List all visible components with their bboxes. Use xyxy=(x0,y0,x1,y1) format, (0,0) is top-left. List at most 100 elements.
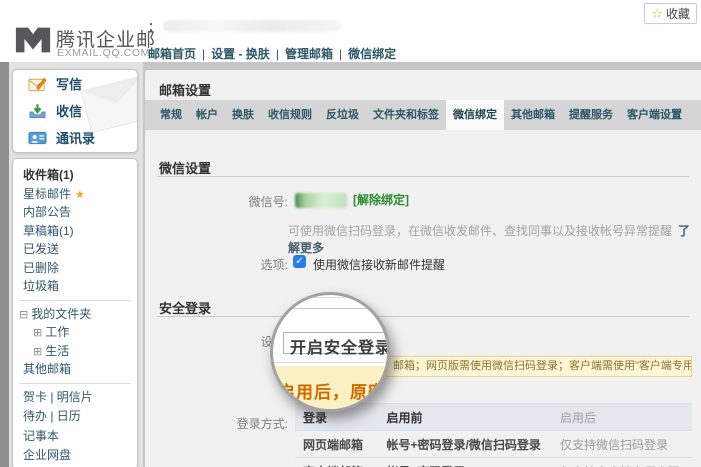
breadcrumb-link[interactable]: 微信绑定 xyxy=(348,45,396,62)
settings-tab[interactable]: 帐户 xyxy=(189,100,225,130)
tool-label: 待办 | 日历 xyxy=(23,409,81,423)
settings-tab[interactable]: 提醒服务 xyxy=(562,100,620,130)
sidebar-item-other-mailbox[interactable]: 其他邮箱 xyxy=(13,360,137,379)
sidebar-divider xyxy=(19,383,131,384)
contacts-label: 通讯录 xyxy=(56,128,95,147)
table-header-cell: 启用前 xyxy=(378,404,552,431)
account-email-redacted xyxy=(163,20,341,32)
security-section-heading: 安全登录 xyxy=(159,298,211,317)
sidebar-folder-item[interactable]: 草稿箱(1) xyxy=(13,222,137,241)
settings-tab[interactable]: 常规 xyxy=(153,100,189,130)
settings-tab[interactable]: 反垃圾 xyxy=(319,100,366,130)
setting-label: 设置: xyxy=(145,333,288,350)
wechat-desc: 可使用微信扫码登录，在微信收发邮件、查找同事以及接收帐号异常提醒了解更多 xyxy=(288,222,701,256)
contacts-card-icon xyxy=(28,130,47,146)
sidebar-item-contacts[interactable]: 通讯录 xyxy=(13,124,137,151)
folder-list: 收件箱(1) 星标邮件 ★ 内部公告 草稿箱(1) 已发送 已删除 垃圾箱 xyxy=(13,166,137,296)
folder-label: 内部公告 xyxy=(23,205,71,219)
body-frame: 写信 收信 通讯录 xyxy=(0,62,701,467)
wechat-id-redacted xyxy=(295,193,347,208)
account-line: ： xyxy=(148,18,341,34)
compose-pencil-icon xyxy=(28,76,47,92)
subfolder-label: 生活 xyxy=(45,344,69,358)
sidebar-divider xyxy=(19,300,131,301)
login-methods-table: 登录启用前启用后 网页端邮箱 帐号+密码登录/微信扫码登录 仅支持微信扫码登录 … xyxy=(295,403,692,467)
sidebar-tool-item[interactable]: 记事本 xyxy=(13,427,137,447)
expand-icon[interactable]: ⊞ xyxy=(33,343,42,362)
login-type-cell: 网页端邮箱 xyxy=(295,431,378,458)
sidebar-folder-item[interactable]: 星标邮件 ★ xyxy=(13,185,137,204)
star-outline-icon: ☆ xyxy=(651,6,663,22)
after-enable-cell: 仅支持微信扫码登录 xyxy=(552,431,692,458)
sidebar-compose-box: 写信 收信 通讯录 xyxy=(12,69,138,153)
compose-label: 写信 xyxy=(56,74,82,93)
logo-domain: EXMAIL.QQ.COM xyxy=(57,47,150,59)
new-mail-notify-label[interactable]: 使用微信接收新邮件提醒 xyxy=(313,256,445,273)
folder-label: 已发送 xyxy=(23,242,59,256)
page-header: 腾讯企业邮 EXMAIL.QQ.COM ： 邮箱首页设置 - 换肤管理邮箱微信绑… xyxy=(0,0,701,62)
sidebar-tool-item[interactable]: 贺卡 | 明信片 xyxy=(13,388,137,408)
account-colon: ： xyxy=(148,18,160,35)
wechat-section-heading: 微信设置 xyxy=(159,158,211,177)
exmail-logo-icon xyxy=(14,21,52,59)
sidebar-folder-item[interactable]: 收件箱(1) xyxy=(13,166,137,185)
sidebar-tool-item[interactable]: 待办 | 日历 xyxy=(13,407,137,427)
before-enable-cell: 帐号+密码登录 xyxy=(378,458,552,467)
table-body: 网页端邮箱 帐号+密码登录/微信扫码登录 仅支持微信扫码登录 客户端邮箱 帐号+… xyxy=(295,431,692,467)
favorite-label: 收藏 xyxy=(666,5,690,22)
section-divider xyxy=(157,176,689,177)
other-mailbox-label: 其他邮箱 xyxy=(23,362,71,376)
breadcrumb: 邮箱首页设置 - 换肤管理邮箱微信绑定 xyxy=(148,45,396,62)
breadcrumb-link[interactable]: 管理邮箱 xyxy=(285,45,348,62)
sidebar-folder-item[interactable]: 垃圾箱 xyxy=(13,277,137,296)
sidebar-folder-item[interactable]: 已删除 xyxy=(13,259,137,278)
security-notice-text: 邮箱；网页版需使用微信扫码登录；客户端需使用"客户端专用密码"登录 xyxy=(393,360,692,372)
sidebar-tool-item[interactable]: 企业网盘 xyxy=(13,446,137,466)
folder-label: 星标邮件 xyxy=(23,187,71,201)
wechat-desc-text: 可使用微信扫码登录，在微信收发邮件、查找同事以及接收帐号异常提醒 xyxy=(288,224,672,238)
magnifier-zoom-circle: 开启安全登录 启用后，原密码 xyxy=(270,292,390,412)
breadcrumb-link[interactable]: 邮箱首页 xyxy=(148,45,211,62)
tool-label: 贺卡 | 明信片 xyxy=(23,390,93,404)
settings-tab[interactable]: 客户端设置 xyxy=(620,100,689,130)
sidebar-subfolder-item[interactable]: ⊞生活 xyxy=(13,342,137,361)
enable-secure-login-button[interactable]: 开启安全登录 xyxy=(283,332,390,354)
exmail-settings-page: 腾讯企业邮 EXMAIL.QQ.COM ： 邮箱首页设置 - 换肤管理邮箱微信绑… xyxy=(0,0,701,467)
sidebar-folders-box: 收件箱(1) 星标邮件 ★ 内部公告 草稿箱(1) 已发送 已删除 垃圾箱 xyxy=(12,158,138,467)
tool-label: 记事本 xyxy=(23,429,59,443)
folder-label: 收件箱(1) xyxy=(23,168,74,182)
sidebar-folder-item[interactable]: 已发送 xyxy=(13,240,137,259)
sidebar-folder-item[interactable]: 内部公告 xyxy=(13,203,137,222)
settings-tab[interactable]: 换肤 xyxy=(225,100,261,130)
favorite-button[interactable]: ☆ 收藏 xyxy=(644,3,697,24)
folder-label: 草稿箱(1) xyxy=(23,224,74,238)
receive-mail-icon xyxy=(28,103,47,119)
sidebar-item-compose[interactable]: 写信 xyxy=(13,70,137,97)
expand-icon[interactable]: ⊞ xyxy=(33,324,42,343)
collapse-icon[interactable]: ⊟ xyxy=(19,306,28,325)
table-row: 网页端邮箱 帐号+密码登录/微信扫码登录 仅支持微信扫码登录 xyxy=(295,431,692,458)
table-row: 客户端邮箱 帐号+密码登录 仅支持客户端专用密码 xyxy=(295,458,692,467)
enable-secure-login-label: 开启安全登录 xyxy=(290,334,390,358)
settings-tab[interactable]: 微信绑定 xyxy=(446,100,504,130)
sidebar-item-inbox-check[interactable]: 收信 xyxy=(13,97,137,124)
settings-tab[interactable]: 收信规则 xyxy=(261,100,319,130)
breadcrumb-link[interactable]: 设置 - 换肤 xyxy=(211,45,285,62)
sidebar-item-my-folders[interactable]: ⊟我的文件夹 xyxy=(13,305,137,324)
magnified-line xyxy=(273,308,387,309)
sidebar-subfolder-item[interactable]: ⊞工作 xyxy=(13,323,137,342)
subfolder-label: 工作 xyxy=(45,325,69,339)
settings-tab[interactable]: 文件夹和标签 xyxy=(366,100,446,130)
unbind-link[interactable]: [解除绑定] xyxy=(353,193,409,207)
before-enable-cell: 帐号+密码登录/微信扫码登录 xyxy=(378,431,552,458)
after-enable-cell: 仅支持客户端专用密码 xyxy=(552,458,692,467)
page-title: 邮箱设置 xyxy=(159,80,211,99)
star-icon: ★ xyxy=(75,189,85,201)
magnified-line xyxy=(273,362,387,363)
new-mail-notify-checkbox[interactable]: ✓ xyxy=(293,255,306,268)
settings-tab[interactable]: 其他邮箱 xyxy=(504,100,562,130)
login-type-cell: 客户端邮箱 xyxy=(295,458,378,467)
my-folders-children: ⊞工作 ⊞生活 xyxy=(13,323,137,360)
folder-label: 已删除 xyxy=(23,261,59,275)
tools-list: 贺卡 | 明信片 待办 | 日历 记事本 企业网盘 文件中转站 xyxy=(13,388,137,467)
